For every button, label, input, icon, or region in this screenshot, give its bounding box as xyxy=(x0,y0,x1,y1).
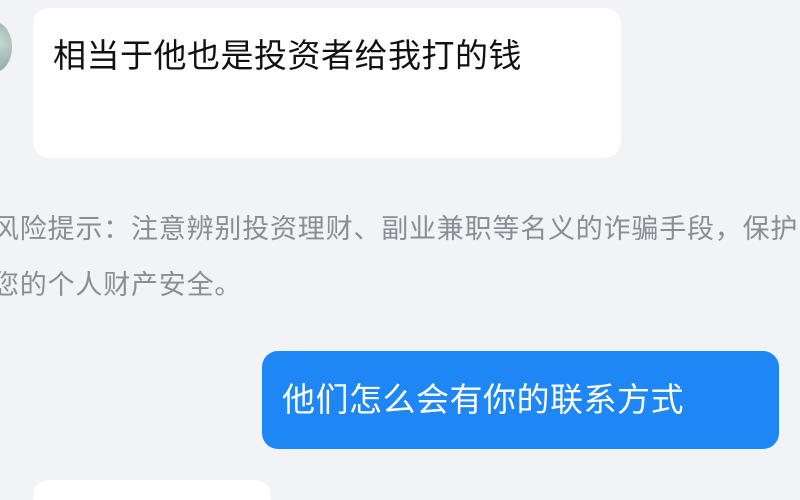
incoming-message-text: 相当于他也是投资者给我打的钱 xyxy=(53,36,522,75)
incoming-message-bubble-partial[interactable] xyxy=(33,480,271,500)
risk-warning-notice: 风险提示：注意辨别投资理财、副业兼职等名义的诈骗手段，保护您的个人财产安全。 xyxy=(0,214,799,301)
chat-window: 相当于他也是投资者给我打的钱 风险提示：注意辨别投资理财、副业兼职等名义的诈骗手… xyxy=(0,0,800,500)
incoming-message-bubble[interactable]: 相当于他也是投资者给我打的钱 xyxy=(33,8,621,158)
outgoing-message-text: 他们怎么会有你的联系方式 xyxy=(282,380,684,419)
contact-avatar[interactable] xyxy=(0,22,12,72)
outgoing-message-bubble[interactable]: 他们怎么会有你的联系方式 xyxy=(262,351,779,449)
